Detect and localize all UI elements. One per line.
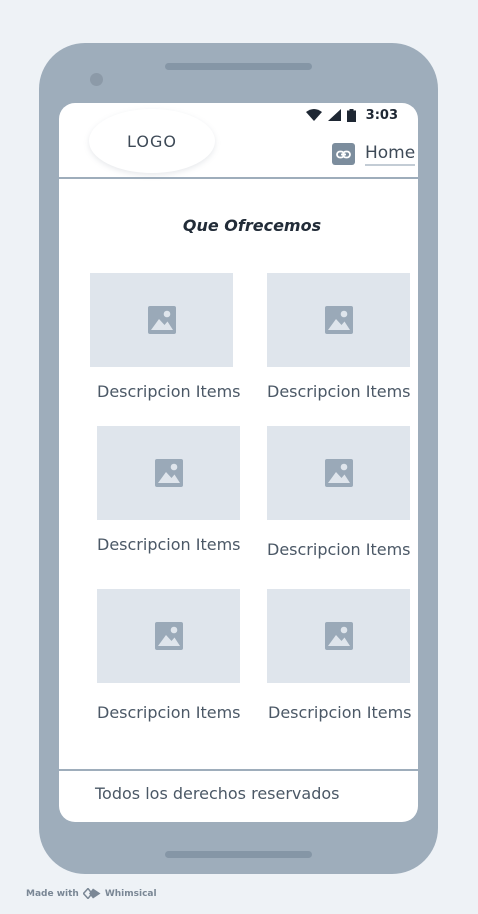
made-with-label: Made with [26,888,79,899]
item-description: Descripcion Items [267,540,411,559]
item-description: Descripcion Items [97,535,241,554]
image-icon [324,459,353,487]
item-image-placeholder[interactable] [267,426,410,520]
whimsical-logo-icon [82,888,101,899]
image-icon [324,622,353,650]
image-icon [324,306,353,334]
header-divider [59,177,418,179]
logo[interactable]: LOGO [89,109,215,173]
image-icon [147,306,176,334]
item-description: Descripcion Items [97,703,241,722]
home-link[interactable]: Home [365,143,416,166]
item-description: Descripcion Items [267,382,411,401]
status-bar: 3:03 [305,107,398,123]
home-indicator-bar [165,851,312,858]
camera-dot [90,73,103,86]
whimsical-watermark[interactable]: Made with Whimsical [26,888,157,899]
item-image-placeholder[interactable] [97,589,240,683]
image-icon [154,459,183,487]
phone-screen: 3:03 LOGO Home Que Ofrecemos Descripcion… [59,103,418,822]
item-description: Descripcion Items [97,382,241,401]
footer-divider [59,769,418,771]
item-image-placeholder[interactable] [267,589,410,683]
link-icon[interactable] [332,143,355,165]
item-image-placeholder[interactable] [267,273,410,367]
whimsical-brand: Whimsical [104,888,157,899]
image-icon [154,622,183,650]
speaker-grille [165,63,312,70]
signal-icon [327,109,341,121]
wifi-icon [305,109,322,121]
item-description: Descripcion Items [268,703,412,722]
item-image-placeholder[interactable] [90,273,233,367]
item-image-placeholder[interactable] [97,426,240,520]
status-time: 3:03 [365,107,398,123]
battery-icon [346,108,356,122]
section-title: Que Ofrecemos [182,216,322,235]
footer-copyright: Todos los derechos reservados [95,784,340,803]
